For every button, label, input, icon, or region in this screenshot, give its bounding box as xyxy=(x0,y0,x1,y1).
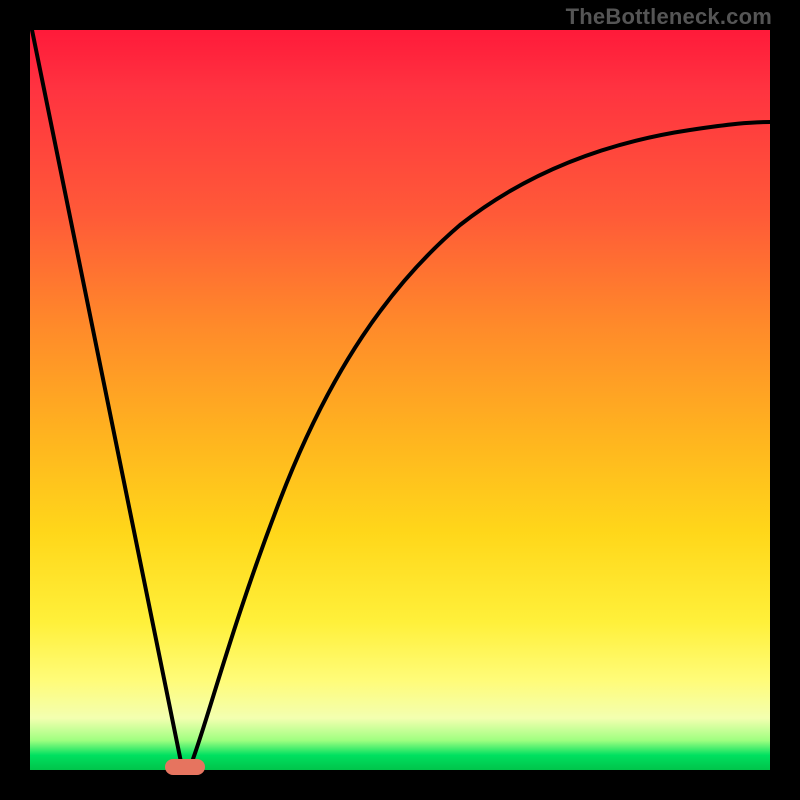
plot-area xyxy=(30,30,770,770)
watermark-text: TheBottleneck.com xyxy=(566,4,772,30)
min-marker xyxy=(165,759,205,775)
bottleneck-curve xyxy=(32,30,770,767)
curve-svg xyxy=(30,30,770,770)
chart-frame: TheBottleneck.com xyxy=(0,0,800,800)
